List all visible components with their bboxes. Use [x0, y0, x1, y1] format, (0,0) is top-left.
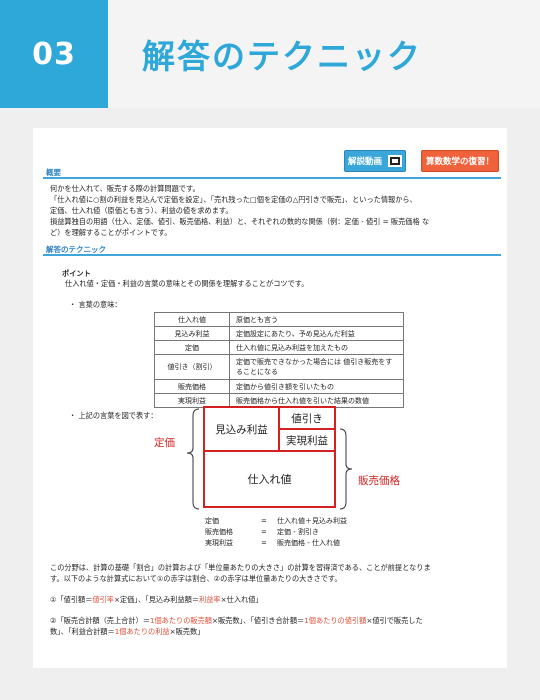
- meaning-cell: 仕入れ値に見込み利益を加えたもの: [229, 340, 404, 355]
- overview-line: 「仕入れ値に○割の利益を見込んで定価を設定」、「売れ残った□個を定価の△円引きで…: [50, 195, 417, 204]
- formula-eq: =: [261, 517, 267, 525]
- rule-2-cont: 数」、「利益合計額＝1個あたりの利益×販売数」: [50, 626, 204, 637]
- term-cell: 見込み利益: [154, 326, 230, 341]
- rule-highlight: 値引率: [92, 595, 114, 604]
- table-row: 見込み利益 定価設定にあたり、予め見込んだ利益: [154, 326, 404, 341]
- diagram-discount: 値引き: [280, 408, 334, 430]
- formula-rhs: 仕入れ値＋見込み利益: [277, 517, 347, 525]
- diagram-profit: 見込み利益: [205, 408, 280, 452]
- rule-text: ×販売数」: [169, 627, 205, 636]
- rule-highlight: 1個あたりの利益: [114, 627, 170, 636]
- term-cell: 定価: [154, 340, 230, 355]
- overview-line: 損益算独自の用語（仕入、定価、値引、販売価格、利益）と、それぞれの数的な関係（例…: [50, 217, 430, 226]
- page-header: 03 解答のテクニック: [0, 0, 540, 108]
- rule-2: ②「販売合計額（売上合計）＝1個あたりの販売額×販売数」、「値引き合計額＝1個あ…: [50, 615, 423, 626]
- rule-highlight: 1個あたりの販売額: [149, 616, 212, 625]
- formula-lhs: 販売価格: [205, 528, 233, 536]
- bullet-meaning: ・ 言葉の意味：: [69, 300, 122, 309]
- rule-text: ×定価」、「見込み利益額＝: [113, 595, 200, 604]
- explanation-line: す。以下のような計算式において①の赤字は割合、②の赤字は単位量あたりの大きさです…: [50, 574, 342, 583]
- bullet-diagram: ・ 上記の言葉を図で表す：: [69, 411, 158, 420]
- formula-row: 販売価格 = 定価 - 割引き: [205, 527, 347, 538]
- price-diagram: 見込み利益 値引き 実現利益 仕入れ値: [203, 406, 336, 508]
- left-brace: [186, 408, 200, 510]
- overview-line: 定価、仕入れ値（原価とも言う）、利益の値を求めます。: [50, 206, 233, 215]
- video-button[interactable]: 解説動画: [344, 150, 406, 172]
- meaning-cell: 原価とも言う: [229, 312, 404, 327]
- formula-eq: =: [261, 539, 267, 547]
- rule-highlight: 利益率: [199, 595, 221, 604]
- rule-text: ×仕入れ値」: [220, 595, 263, 604]
- table-row: 値引き（割引） 定価で販売できなかった場合には 値引き販売をすることになる: [154, 354, 404, 380]
- formula-lhs: 定価: [205, 517, 219, 525]
- formula-rhs: 販売価格 - 仕入れ値: [277, 539, 340, 547]
- diagram-real-profit: 実現利益: [280, 430, 334, 452]
- formula-lhs: 実現利益: [205, 539, 233, 547]
- rule-1: ①「値引額＝値引率×定価」、「見込み利益額＝利益率×仕入れ値」: [50, 594, 263, 605]
- overview-line: 何かを仕入れて、販売する際の計算問題です。: [50, 184, 200, 193]
- table-row: 販売価格 定価から値引き額を引いたもの: [154, 379, 404, 394]
- rule-text: 数」、「利益合計額＝: [50, 627, 115, 636]
- table-row: 仕入れ値 原価とも言う: [154, 312, 404, 327]
- diagram-cost: 仕入れ値: [247, 473, 292, 486]
- term-cell: 値引き（割引）: [154, 354, 230, 380]
- rule-text: ×販売数」、「値引き合計額＝: [211, 616, 305, 625]
- label-selling-price: 販売価格: [358, 475, 400, 487]
- rule-text: ①「値引額＝: [50, 595, 93, 604]
- review-button[interactable]: 算数数学の復習！: [421, 150, 499, 172]
- page-title: 解答のテクニック: [142, 37, 422, 76]
- term-cell: 仕入れ値: [154, 312, 230, 327]
- formula-row: 定価 = 仕入れ値＋見込み利益: [205, 516, 347, 527]
- section-number: 03: [0, 0, 108, 108]
- formula-eq: =: [261, 528, 267, 536]
- point-text: 仕入れ値・定価・利益の言葉の意味とその関係を理解することがコツです。: [65, 279, 309, 288]
- film-icon: [388, 155, 402, 167]
- term-cell: 販売価格: [154, 379, 230, 394]
- explanation-line: この分野は、計算の基礎「割合」の計算および「単位量あたりの大きさ」の計算を習得済…: [50, 563, 431, 572]
- overview-line: ど）を理解することがポイントです。: [50, 228, 172, 237]
- right-brace: [339, 428, 353, 510]
- section-divider: [43, 177, 501, 179]
- meaning-cell: 定価で販売できなかった場合には 値引き販売をすることになる: [229, 354, 404, 380]
- label-list-price: 定価: [154, 437, 175, 449]
- formula-row: 実現利益 = 販売価格 - 仕入れ値: [205, 538, 347, 549]
- content-sheet: 解説動画 算数数学の復習！ 概要 何かを仕入れて、販売する際の計算問題です。 「…: [33, 128, 507, 668]
- terms-table: 仕入れ値 原価とも言う 見込み利益 定価設定にあたり、予め見込んだ利益 定価 仕入れ値…: [154, 312, 404, 408]
- section-divider: [43, 254, 501, 256]
- formula-rhs: 定価 - 割引き: [277, 528, 319, 536]
- meaning-cell: 定価設定にあたり、予め見込んだ利益: [229, 326, 404, 341]
- rule-highlight: 1個あたりの値引額: [304, 616, 367, 625]
- meaning-cell: 定価から値引き額を引いたもの: [229, 379, 404, 394]
- rule-text: ②「販売合計額（売上合計）＝: [50, 616, 150, 625]
- rule-text: ×値引で販売した: [366, 616, 423, 625]
- table-row: 定価 仕入れ値に見込み利益を加えたもの: [154, 340, 404, 355]
- video-button-label: 解説動画: [347, 157, 382, 167]
- formula-list: 定価 = 仕入れ値＋見込み利益 販売価格 = 定価 - 割引き 実現利益 = 販…: [205, 516, 347, 549]
